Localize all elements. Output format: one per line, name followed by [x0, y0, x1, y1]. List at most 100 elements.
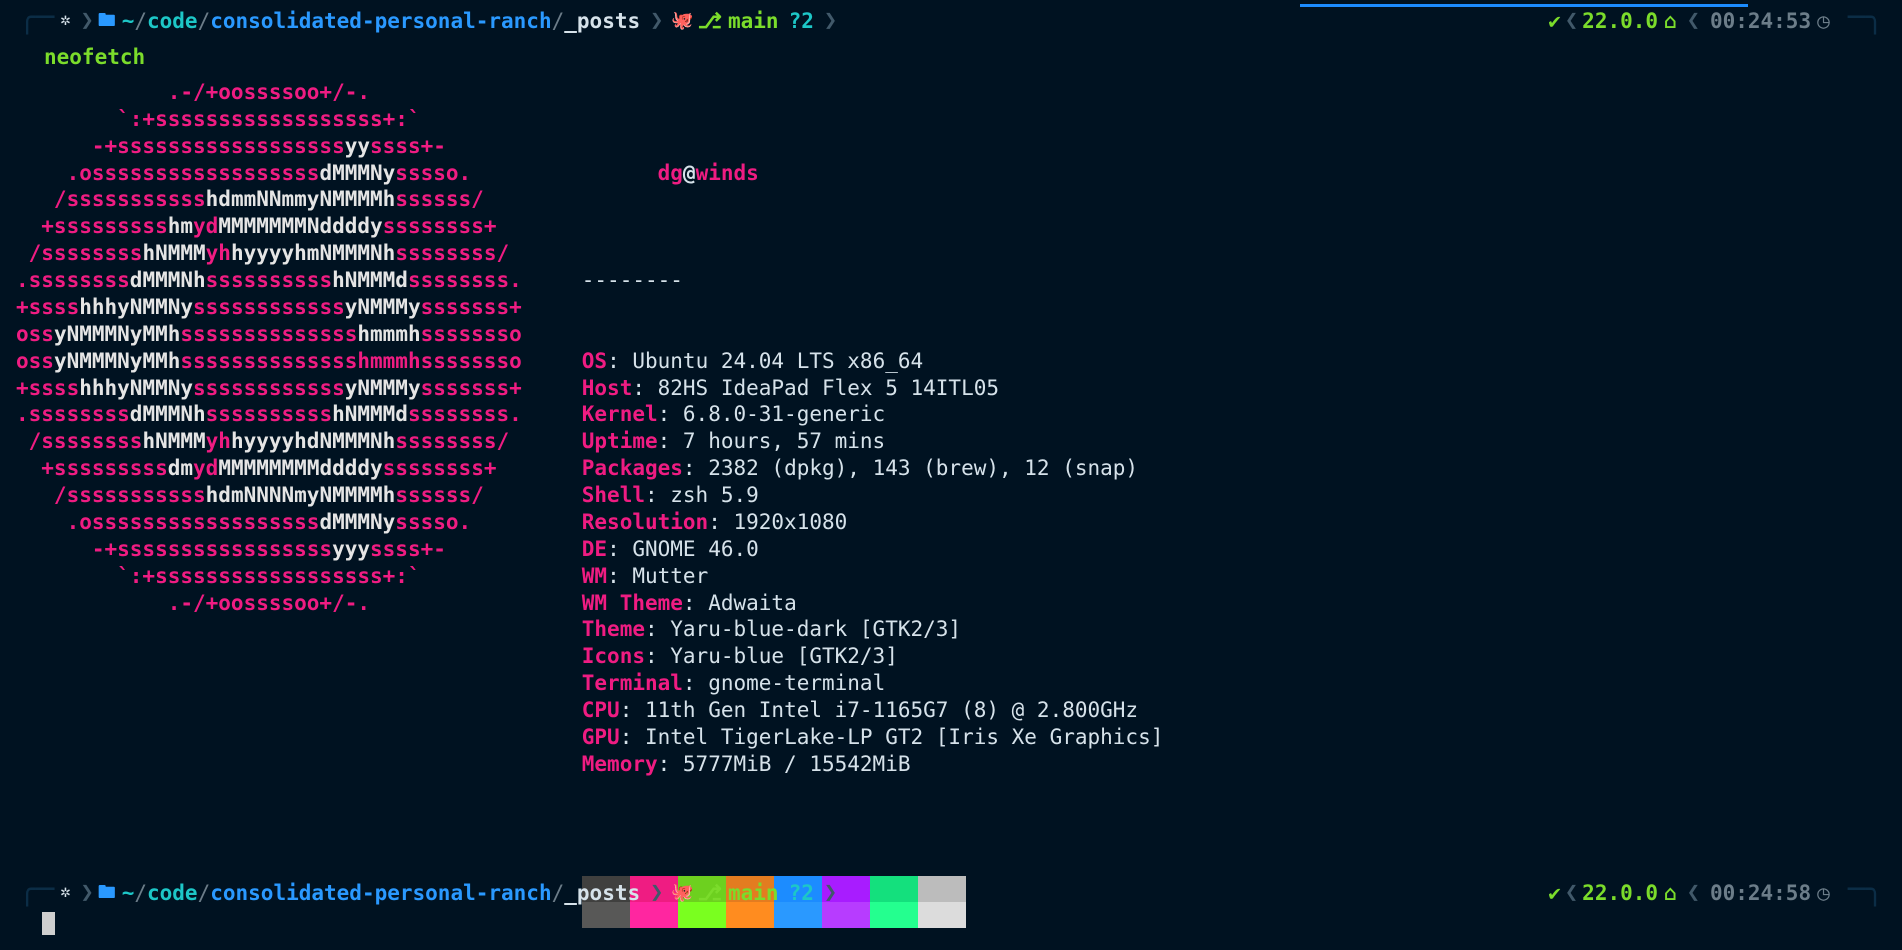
chevron-right-icon: ❯ [76, 7, 97, 35]
chevron-right-icon: ❯ [76, 879, 97, 907]
info-row: DE: GNOME 46.0 [582, 536, 1164, 563]
git-branch: main [722, 8, 779, 35]
info-row: Resolution: 1920x1080 [582, 509, 1164, 536]
info-label: WM [582, 564, 607, 588]
git-branch: main [722, 880, 779, 907]
info-label: Resolution [582, 510, 708, 534]
path-tilde: ~ [122, 8, 135, 35]
info-label: OS [582, 349, 607, 373]
info-row: Uptime: 7 hours, 57 mins [582, 428, 1164, 455]
info-value: : 7 hours, 57 mins [658, 429, 886, 453]
path-seg-code: code [147, 880, 198, 907]
info-value: : 6.8.0-31-generic [658, 402, 886, 426]
info-label: Terminal [582, 671, 683, 695]
info-label: Packages [582, 456, 683, 480]
info-value: : 2382 (dpkg), 143 (brew), 12 (snap) [683, 456, 1138, 480]
home-icon: ⌂ [1658, 880, 1683, 907]
os-icon: ✲ [54, 10, 76, 32]
info-row: Terminal: gnome-terminal [582, 670, 1164, 697]
chevron-right-icon: ❯ [814, 7, 841, 35]
info-at: @ [683, 161, 696, 185]
info-label: WM Theme [582, 591, 683, 615]
info-value: : Yaru-blue-dark [GTK2/3] [645, 617, 961, 641]
path-seg-dir: _posts [564, 880, 640, 907]
os-icon: ✲ [54, 882, 76, 904]
clock-time: 00:24:58 [1704, 880, 1817, 907]
prompt-bottom: ╭─ ✲ ❯ 🖿 ~/code/consolidated-personal-ra… [0, 876, 1902, 910]
info-label: CPU [582, 698, 620, 722]
info-value: : Adwaita [683, 591, 797, 615]
path-seg-code: code [147, 8, 198, 35]
system-info: dg@winds -------- OS: Ubuntu 24.04 LTS x… [582, 79, 1164, 950]
branch-icon: ⎇ [698, 880, 722, 907]
info-value: : Intel TigerLake-LP GT2 [Iris Xe Graphi… [620, 725, 1164, 749]
info-row: WM: Mutter [582, 563, 1164, 590]
chevron-left-icon: ❮ [1683, 7, 1704, 35]
info-label: Kernel [582, 402, 658, 426]
info-row: Host: 82HS IdeaPad Flex 5 14ITL05 [582, 375, 1164, 402]
info-value: : Mutter [607, 564, 708, 588]
node-version: 22.0.0 [1582, 8, 1658, 35]
info-value: : GNOME 46.0 [607, 537, 759, 561]
info-value: : 11th Gen Intel i7-1165G7 (8) @ 2.800GH… [620, 698, 1138, 722]
prompt-top: ╭─ ✲ ❯ 🖿 ~/code/consolidated-personal-ra… [0, 4, 1902, 38]
info-row: Memory: 5777MiB / 15542MiB [582, 751, 1164, 778]
path-seg-repo: consolidated-personal-ranch [210, 8, 551, 35]
path-tilde: ~ [122, 880, 135, 907]
clock-time: 00:24:53 [1704, 8, 1817, 35]
info-label: Icons [582, 644, 645, 668]
home-icon: ⌂ [1658, 8, 1683, 35]
check-icon: ✔ [1548, 880, 1561, 907]
git-icon: 🐙 [667, 9, 697, 32]
info-label: Theme [582, 617, 645, 641]
info-separator: -------- [582, 267, 1164, 294]
info-label: DE [582, 537, 607, 561]
command-text: neofetch [44, 45, 145, 69]
info-label: Memory [582, 752, 658, 776]
info-row: Theme: Yaru-blue-dark [GTK2/3] [582, 616, 1164, 643]
git-status: ?2 [779, 8, 814, 35]
info-value: : Ubuntu 24.04 LTS x86_64 [607, 349, 923, 373]
status-right-top: ✔ ❮ 22.0.0 ⌂ ❮ 00:24:53 ◷ ─╮ [1548, 7, 1902, 35]
info-label: Shell [582, 483, 645, 507]
info-value: : 5777MiB / 15542MiB [658, 752, 911, 776]
branch-icon: ⎇ [698, 8, 722, 35]
info-row: GPU: Intel TigerLake-LP GT2 [Iris Xe Gra… [582, 724, 1164, 751]
cursor[interactable] [42, 912, 55, 935]
ascii-logo: .-/+oossssoo+/-. `:+ssssssssssssssssss+:… [16, 79, 582, 950]
status-right-bottom: ✔ ❮ 22.0.0 ⌂ ❮ 00:24:58 ◷ ─╮ [1548, 879, 1902, 907]
info-value: : 1920x1080 [708, 510, 847, 534]
chevron-right-icon: ❯ [640, 879, 667, 907]
info-row: CPU: 11th Gen Intel i7-1165G7 (8) @ 2.80… [582, 697, 1164, 724]
clock-icon: ◷ [1817, 880, 1830, 907]
path-seg-dir: _posts [564, 8, 640, 35]
info-row: Kernel: 6.8.0-31-generic [582, 401, 1164, 428]
git-icon: 🐙 [667, 881, 697, 904]
folder-icon: 🖿 [98, 881, 122, 904]
info-host: winds [696, 161, 759, 185]
chevron-left-icon: ❮ [1561, 879, 1582, 907]
info-row: WM Theme: Adwaita [582, 590, 1164, 617]
info-label: Uptime [582, 429, 658, 453]
info-row: Shell: zsh 5.9 [582, 482, 1164, 509]
info-user: dg [658, 161, 683, 185]
info-label: Host [582, 376, 633, 400]
info-value: : zsh 5.9 [645, 483, 759, 507]
git-status: ?2 [779, 880, 814, 907]
clock-icon: ◷ [1817, 8, 1830, 35]
chevron-right-icon: ❯ [814, 879, 841, 907]
chevron-right-icon: ❯ [640, 7, 667, 35]
node-version: 22.0.0 [1582, 880, 1658, 907]
info-row: Packages: 2382 (dpkg), 143 (brew), 12 (s… [582, 455, 1164, 482]
chevron-left-icon: ❮ [1561, 7, 1582, 35]
check-icon: ✔ [1548, 8, 1561, 35]
path-seg-repo: consolidated-personal-ranch [210, 880, 551, 907]
info-label: GPU [582, 725, 620, 749]
command-line[interactable]: neofetch [0, 38, 1902, 71]
info-row: Icons: Yaru-blue [GTK2/3] [582, 643, 1164, 670]
info-row: OS: Ubuntu 24.04 LTS x86_64 [582, 348, 1164, 375]
folder-icon: 🖿 [98, 9, 122, 32]
info-value: : Yaru-blue [GTK2/3] [645, 644, 898, 668]
chevron-left-icon: ❮ [1683, 879, 1704, 907]
neofetch-output: .-/+oossssoo+/-. `:+ssssssssssssssssss+:… [0, 71, 1902, 950]
